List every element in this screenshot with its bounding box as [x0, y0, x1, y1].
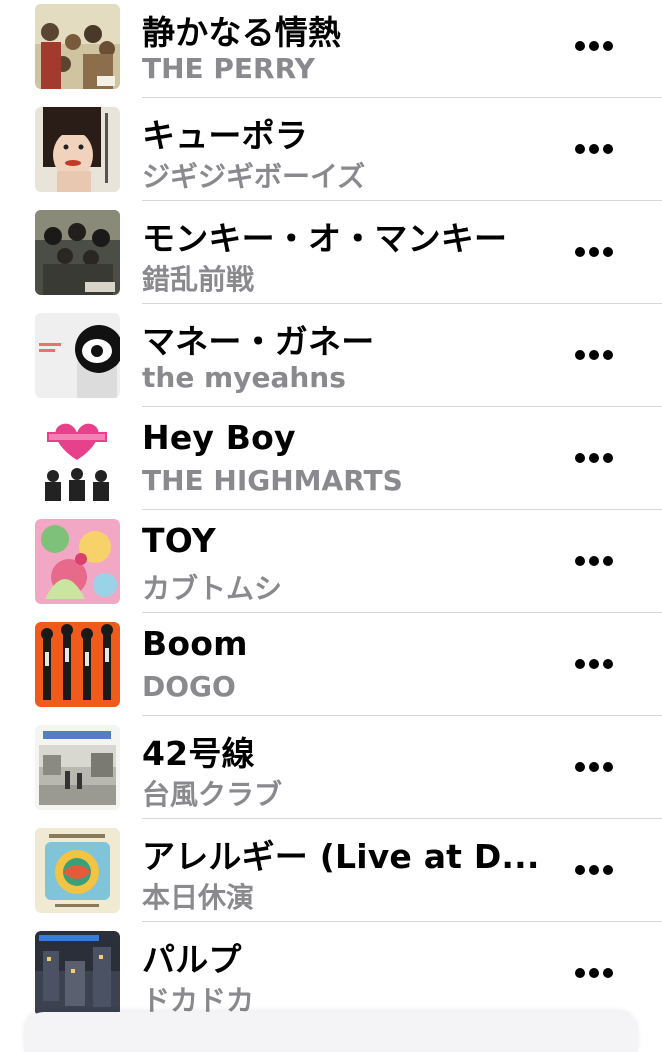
song-artist: THE HIGHMARTS [142, 464, 403, 497]
street-photo-artwork [35, 725, 120, 810]
row-separator [142, 509, 662, 510]
song-row[interactable]: TOY カブトムシ [0, 511, 662, 614]
song-row[interactable]: モンキー・オ・マンキー 錯乱前戦 [0, 202, 662, 305]
pink-pattern-artwork [35, 519, 120, 604]
more-button[interactable] [569, 957, 619, 987]
song-artist: THE PERRY [142, 52, 315, 85]
more-button[interactable] [569, 854, 619, 884]
row-separator [142, 612, 662, 613]
bottom-sheet-edge[interactable] [24, 1012, 638, 1052]
album-artwork[interactable] [35, 416, 120, 501]
song-artist: 本日休演 [142, 881, 255, 914]
song-row[interactable]: Boom DOGO [0, 614, 662, 717]
row-separator [142, 303, 662, 304]
ellipsis-icon [575, 41, 585, 51]
song-title: マネー・ガネー [142, 322, 375, 361]
song-title: 静かなる情熱 [142, 13, 342, 52]
ellipsis-icon [575, 659, 585, 669]
song-artist: DOGO [142, 670, 236, 703]
ellipsis-icon [575, 865, 585, 875]
song-row[interactable]: Hey Boy THE HIGHMARTS [0, 408, 662, 511]
ellipsis-icon [575, 968, 585, 978]
album-artwork[interactable] [35, 828, 120, 913]
album-artwork[interactable] [35, 725, 120, 810]
more-button[interactable] [569, 751, 619, 781]
orange-figures-artwork [35, 622, 120, 707]
song-title: Hey Boy [142, 418, 296, 457]
more-button[interactable] [569, 545, 619, 575]
more-button[interactable] [569, 648, 619, 678]
song-row[interactable]: 静かなる情熱 THE PERRY [0, 0, 662, 99]
band-photo-artwork [35, 4, 120, 89]
song-title: 42号線 [142, 734, 255, 773]
song-title: TOY [142, 521, 216, 560]
song-artist: 台風クラブ [142, 778, 283, 811]
album-artwork[interactable] [35, 210, 120, 295]
more-button[interactable] [569, 133, 619, 163]
song-title: モンキー・オ・マンキー [142, 219, 508, 258]
song-artist: カブトムシ [142, 572, 283, 605]
song-row[interactable]: アレルギー (Live at D... 本日休演 [0, 820, 662, 923]
band-photo-artwork [35, 210, 120, 295]
row-separator [142, 406, 662, 407]
more-button[interactable] [569, 339, 619, 369]
row-separator [142, 818, 662, 819]
portrait-artwork [35, 107, 120, 192]
ellipsis-icon [575, 762, 585, 772]
more-button[interactable] [569, 30, 619, 60]
album-artwork[interactable] [35, 107, 120, 192]
song-title: アレルギー (Live at D... [142, 837, 540, 876]
ellipsis-icon [575, 247, 585, 257]
row-separator [142, 921, 662, 922]
ellipsis-icon [575, 144, 585, 154]
illustration-artwork [35, 828, 120, 913]
row-separator [142, 715, 662, 716]
song-artist: ジギジギボーイズ [142, 160, 366, 193]
song-row[interactable]: マネー・ガネー the myeahns [0, 305, 662, 408]
album-artwork[interactable] [35, 519, 120, 604]
song-artist: 錯乱前戦 [142, 263, 255, 296]
symbol-faces-artwork [35, 313, 120, 398]
ellipsis-icon [575, 556, 585, 566]
song-title: Boom [142, 624, 248, 663]
album-artwork[interactable] [35, 313, 120, 398]
night-city-artwork [35, 931, 120, 1016]
song-title: キューポラ [142, 116, 308, 155]
album-artwork[interactable] [35, 931, 120, 1016]
song-row[interactable]: キューポラ ジギジギボーイズ [0, 99, 662, 202]
song-row[interactable]: 42号線 台風クラブ [0, 717, 662, 820]
more-button[interactable] [569, 236, 619, 266]
album-artwork[interactable] [35, 622, 120, 707]
album-artwork[interactable] [35, 4, 120, 89]
song-title: パルプ [142, 940, 242, 979]
ellipsis-icon [575, 350, 585, 360]
song-row[interactable]: パルプ ドカドカ [0, 923, 662, 1026]
more-button[interactable] [569, 442, 619, 472]
ellipsis-icon [575, 453, 585, 463]
row-separator [142, 97, 662, 98]
song-artist: the myeahns [142, 361, 346, 394]
heart-logo-artwork [35, 416, 120, 501]
row-separator [142, 200, 662, 201]
